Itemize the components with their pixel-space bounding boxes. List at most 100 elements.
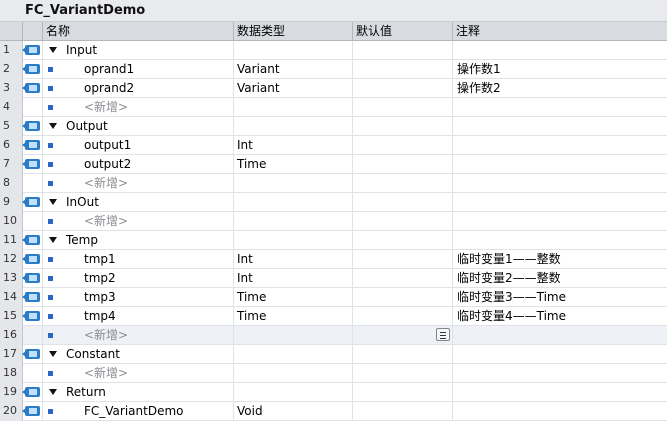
name-cell[interactable]: <新增> [43,174,234,193]
comment-cell[interactable] [453,402,667,421]
datatype-cell[interactable] [234,174,353,193]
comment-cell[interactable]: 临时变量4——Time [453,307,667,326]
comment-cell[interactable] [453,231,667,250]
comment-cell[interactable] [453,155,667,174]
datatype-cell[interactable] [234,383,353,402]
default-value-cell[interactable] [353,155,453,174]
row-number[interactable]: 20 [0,402,23,421]
datatype-cell[interactable] [234,41,353,60]
table-row[interactable]: 13 tmp2 Int 临时变量2——整数 [0,269,667,288]
table-row[interactable]: 20 FC_VariantDemo Void [0,402,667,421]
row-number[interactable]: 12 [0,250,23,269]
name-cell[interactable]: Constant [43,345,234,364]
row-number[interactable]: 10 [0,212,23,231]
datatype-cell[interactable] [234,231,353,250]
add-new-placeholder[interactable]: <新增> [84,326,128,345]
name-cell[interactable]: <新增> [43,212,234,231]
collapse-triangle-icon[interactable] [49,47,57,53]
default-value-cell[interactable] [353,269,453,288]
header-name[interactable]: 名称 [43,22,234,40]
comment-cell[interactable] [453,136,667,155]
row-number[interactable]: 13 [0,269,23,288]
datatype-cell[interactable] [234,98,353,117]
name-cell[interactable]: Input [43,41,234,60]
datatype-cell[interactable]: Variant [234,60,353,79]
default-value-cell[interactable] [353,136,453,155]
variable-name[interactable]: tmp4 [84,307,116,326]
row-number[interactable]: 6 [0,136,23,155]
name-cell[interactable]: oprand1 [43,60,234,79]
table-row[interactable]: 11 Temp [0,231,667,250]
table-row[interactable]: 3 oprand2 Variant 操作数2 [0,79,667,98]
name-cell[interactable]: Temp [43,231,234,250]
name-cell[interactable]: Output [43,117,234,136]
section-name[interactable]: Temp [66,231,98,250]
datatype-cell[interactable] [234,326,353,345]
comment-cell[interactable] [453,117,667,136]
comment-cell[interactable]: 临时变量3——Time [453,288,667,307]
collapse-triangle-icon[interactable] [49,199,57,205]
table-row[interactable]: 5 Output [0,117,667,136]
default-value-cell[interactable] [353,326,453,345]
datatype-cell[interactable]: Time [234,307,353,326]
comment-cell[interactable]: 操作数2 [453,79,667,98]
section-name[interactable]: Constant [66,345,120,364]
default-value-cell[interactable] [353,402,453,421]
name-cell[interactable]: tmp4 [43,307,234,326]
add-new-placeholder[interactable]: <新增> [84,364,128,383]
collapse-triangle-icon[interactable] [49,123,57,129]
datatype-cell[interactable]: Time [234,155,353,174]
add-new-placeholder[interactable]: <新增> [84,98,128,117]
row-number[interactable]: 15 [0,307,23,326]
add-new-placeholder[interactable]: <新增> [84,174,128,193]
datatype-cell[interactable]: Variant [234,79,353,98]
row-number[interactable]: 4 [0,98,23,117]
collapse-triangle-icon[interactable] [49,237,57,243]
row-number[interactable]: 1 [0,41,23,60]
name-cell[interactable]: tmp1 [43,250,234,269]
variable-name[interactable]: output2 [84,155,131,174]
default-value-cell[interactable] [353,60,453,79]
datatype-cell[interactable]: Time [234,288,353,307]
default-value-cell[interactable] [353,79,453,98]
comment-cell[interactable]: 临时变量1——整数 [453,250,667,269]
comment-cell[interactable] [453,326,667,345]
row-number[interactable]: 8 [0,174,23,193]
section-name[interactable]: InOut [66,193,99,212]
table-row[interactable]: 15 tmp4 Time 临时变量4——Time [0,307,667,326]
section-name[interactable]: Return [66,383,106,402]
table-row[interactable]: 17 Constant [0,345,667,364]
variable-name[interactable]: tmp1 [84,250,116,269]
default-value-cell[interactable] [353,212,453,231]
name-cell[interactable]: tmp3 [43,288,234,307]
default-value-cell[interactable] [353,98,453,117]
row-number[interactable]: 2 [0,60,23,79]
name-cell[interactable]: InOut [43,193,234,212]
name-cell[interactable]: output1 [43,136,234,155]
row-number[interactable]: 11 [0,231,23,250]
default-value-cell[interactable] [353,41,453,60]
add-new-placeholder[interactable]: <新增> [84,212,128,231]
table-row[interactable]: 9 InOut [0,193,667,212]
row-number[interactable]: 3 [0,79,23,98]
list-picker-icon[interactable] [436,328,450,341]
datatype-cell[interactable] [234,212,353,231]
table-row[interactable]: 18 <新增> [0,364,667,383]
table-row[interactable]: 2 oprand1 Variant 操作数1 [0,60,667,79]
comment-cell[interactable] [453,98,667,117]
comment-cell[interactable]: 临时变量2——整数 [453,269,667,288]
row-number[interactable]: 9 [0,193,23,212]
datatype-cell[interactable]: Int [234,269,353,288]
name-cell[interactable]: FC_VariantDemo [43,402,234,421]
comment-cell[interactable] [453,193,667,212]
datatype-cell[interactable] [234,364,353,383]
name-cell[interactable]: output2 [43,155,234,174]
header-datatype[interactable]: 数据类型 [234,22,353,40]
table-row[interactable]: 12 tmp1 Int 临时变量1——整数 [0,250,667,269]
table-row[interactable]: 4 <新增> [0,98,667,117]
name-cell[interactable]: <新增> [43,326,234,345]
variable-name[interactable]: FC_VariantDemo [84,402,184,421]
header-default[interactable]: 默认值 [353,22,453,40]
default-value-cell[interactable] [353,307,453,326]
default-value-cell[interactable] [353,383,453,402]
